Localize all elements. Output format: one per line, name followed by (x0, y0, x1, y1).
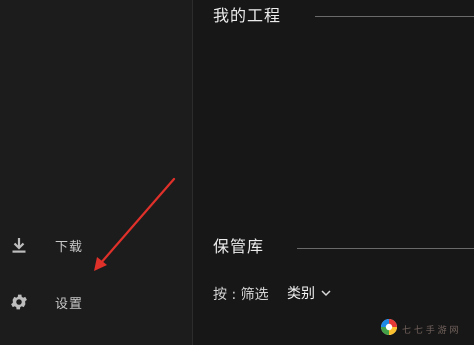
sidebar: 下载 设置 (0, 0, 192, 345)
filter-selected-value: 类别 (287, 286, 315, 302)
vault-section-rule (297, 248, 474, 249)
chevron-down-icon (321, 289, 331, 297)
watermark-logo (380, 318, 398, 340)
sidebar-item-label: 设置 (55, 296, 84, 312)
download-icon (9, 235, 29, 255)
gear-icon (9, 292, 29, 312)
vault-section-title: 保管库 (213, 237, 265, 256)
sidebar-item-settings[interactable]: 设置 (0, 285, 192, 319)
watermark: 七 七 手 游 网 (380, 318, 470, 340)
category-filter-dropdown[interactable]: 类别 (287, 282, 331, 304)
watermark-text: 七 七 手 游 网 (402, 325, 459, 336)
sidebar-item-download[interactable]: 下载 (0, 228, 192, 262)
sidebar-item-label: 下载 (55, 239, 84, 255)
projects-section-rule (315, 16, 474, 17)
filter-label: 按 : 筛选 (213, 287, 269, 303)
main-panel: 我的工程 保管库 按 : 筛选 类别 (193, 0, 474, 345)
projects-section-title: 我的工程 (213, 6, 282, 25)
app-window: 下载 设置 我的工程 保管库 按 : 筛选 类别 七 七 手 游 网 (0, 0, 474, 345)
